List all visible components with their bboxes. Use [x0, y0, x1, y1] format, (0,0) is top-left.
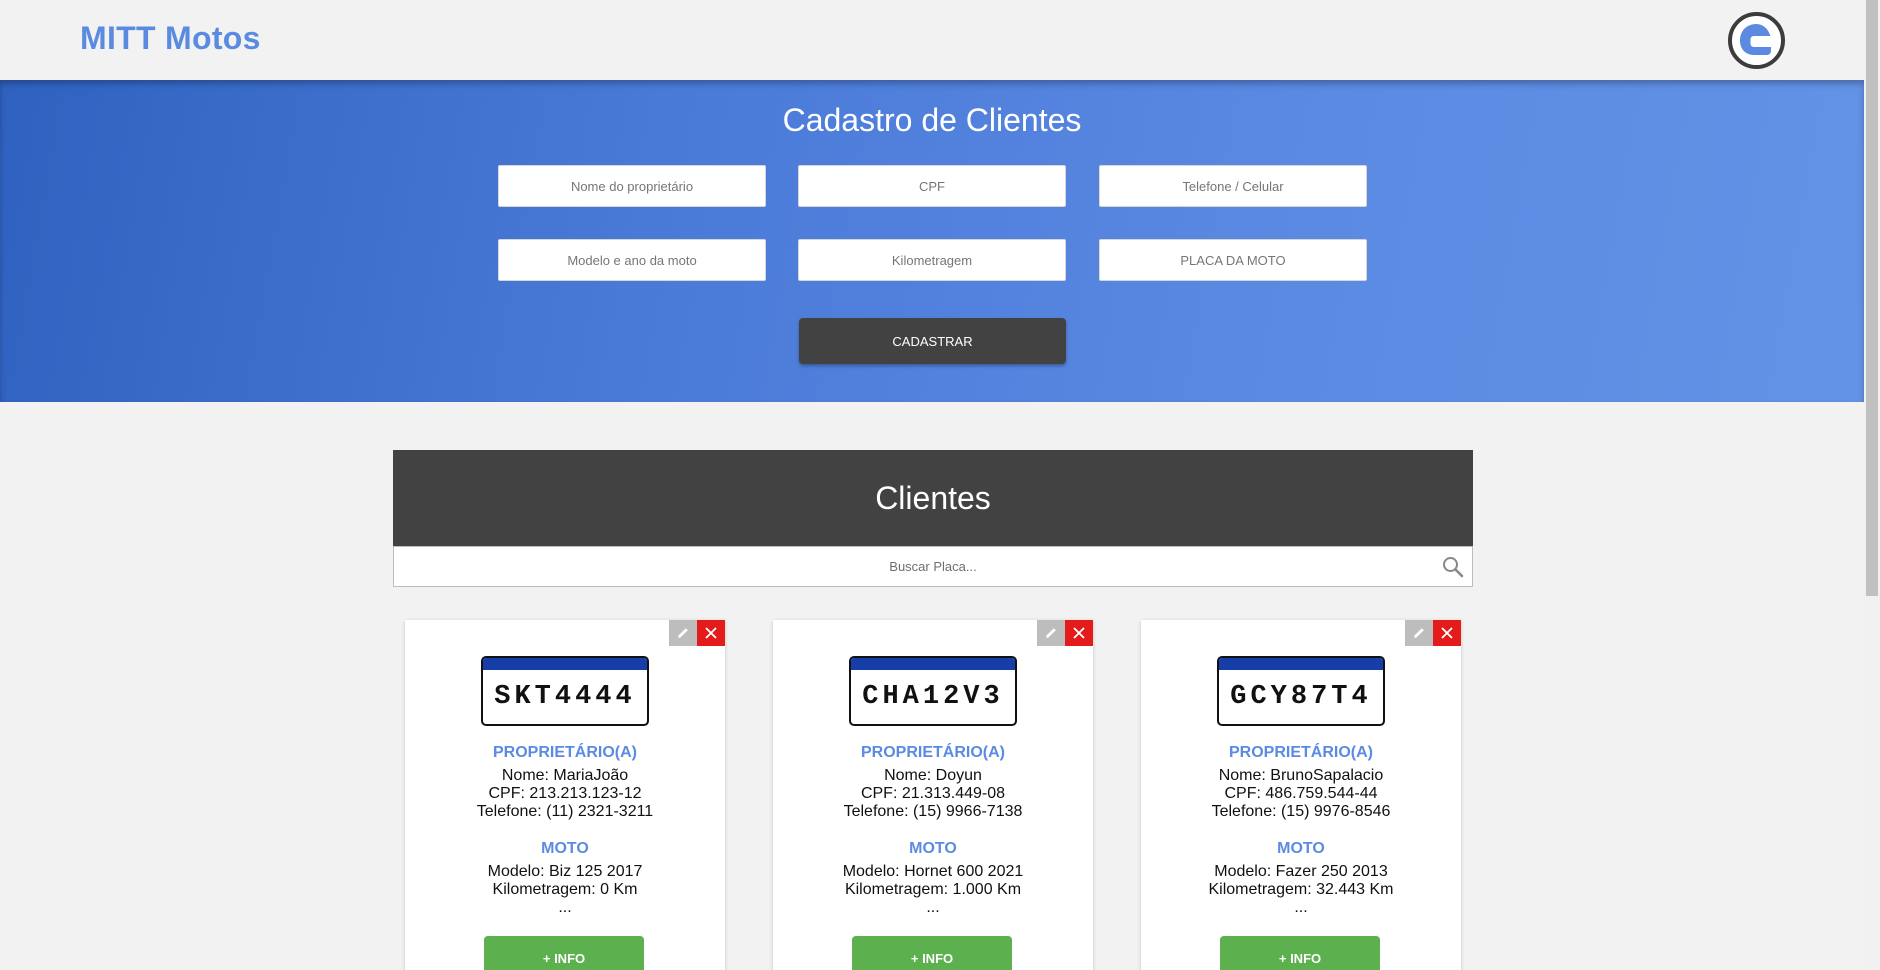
owner-cpf: CPF: 213.213.123-12 [488, 785, 642, 802]
registration-section: Cadastro de Clientes CADASTRAR [0, 80, 1864, 402]
owner-heading: PROPRIETÁRIO(A) [493, 744, 637, 761]
more-ellipsis: ... [1294, 899, 1308, 916]
clients-title: Clientes [393, 450, 1473, 546]
close-icon [1073, 627, 1085, 639]
license-plate: GCY87T4 [1217, 656, 1385, 726]
phone-field[interactable] [1099, 165, 1367, 207]
search-input[interactable] [394, 547, 1472, 586]
plate-band [1219, 658, 1383, 670]
model-year-field[interactable] [498, 239, 766, 281]
pencil-icon [1414, 628, 1424, 638]
owner-phone: Telefone: (15) 9976-8546 [1211, 803, 1391, 820]
close-icon [1441, 627, 1453, 639]
form-title: Cadastro de Clientes [782, 102, 1082, 138]
delete-button[interactable] [697, 620, 725, 646]
owner-cpf: CPF: 486.759.544-44 [1224, 785, 1378, 802]
license-plate: CHA12V3 [849, 656, 1017, 726]
page-scrollbar[interactable] [1864, 0, 1880, 970]
avatar[interactable] [1728, 12, 1785, 69]
owner-phone: Telefone: (11) 2321-3211 [476, 803, 654, 820]
client-card: CHA12V3 PROPRIETÁRIO(A) Nome: Doyun CPF:… [773, 620, 1093, 970]
plate-band [851, 658, 1015, 670]
brand-logo[interactable]: MITT Motos [80, 20, 261, 57]
plate-number: CHA12V3 [862, 682, 1004, 712]
search-icon[interactable] [1442, 556, 1464, 578]
top-bar: MITT Motos [0, 0, 1864, 80]
pencil-icon [678, 628, 688, 638]
moto-heading: MOTO [541, 840, 589, 857]
edit-button[interactable] [1405, 620, 1433, 646]
moto-model: Modelo: Hornet 600 2021 [842, 863, 1024, 880]
plate-band [483, 658, 647, 670]
plate-number: SKT4444 [494, 682, 636, 712]
helmet-icon [1740, 24, 1771, 55]
owner-heading: PROPRIETÁRIO(A) [861, 744, 1005, 761]
moto-model: Modelo: Biz 125 2017 [487, 863, 643, 880]
more-ellipsis: ... [926, 899, 940, 916]
close-icon [705, 627, 717, 639]
owner-heading: PROPRIETÁRIO(A) [1229, 744, 1373, 761]
owner-name-field[interactable] [498, 165, 766, 207]
delete-button[interactable] [1065, 620, 1093, 646]
moto-mileage: Kilometragem: 32.443 Km [1208, 881, 1394, 898]
edit-button[interactable] [1037, 620, 1065, 646]
more-ellipsis: ... [558, 899, 572, 916]
pencil-icon [1046, 628, 1056, 638]
more-info-button[interactable]: + INFO [852, 936, 1012, 970]
register-button[interactable]: CADASTRAR [799, 318, 1066, 364]
owner-cpf: CPF: 21.313.449-08 [860, 785, 1006, 802]
cpf-field[interactable] [798, 165, 1066, 207]
moto-mileage: Kilometragem: 0 Km [492, 881, 638, 898]
moto-heading: MOTO [1277, 840, 1325, 857]
delete-button[interactable] [1433, 620, 1461, 646]
mileage-field[interactable] [798, 239, 1066, 281]
owner-name: Nome: Doyun [884, 767, 982, 784]
owner-name: Nome: MariaJoão [501, 767, 629, 784]
moto-model: Modelo: Fazer 250 2013 [1214, 863, 1388, 880]
client-card: GCY87T4 PROPRIETÁRIO(A) Nome: BrunoSapal… [1141, 620, 1461, 970]
client-card: SKT4444 PROPRIETÁRIO(A) Nome: MariaJoão … [405, 620, 725, 970]
moto-mileage: Kilometragem: 1.000 Km [844, 881, 1022, 898]
more-info-button[interactable]: + INFO [1220, 936, 1380, 970]
edit-button[interactable] [669, 620, 697, 646]
license-plate: SKT4444 [481, 656, 649, 726]
owner-name: Nome: BrunoSapalacio [1218, 767, 1384, 784]
moto-heading: MOTO [909, 840, 957, 857]
scrollbar-thumb[interactable] [1866, 0, 1878, 596]
owner-phone: Telefone: (15) 9966-7138 [843, 803, 1023, 820]
more-info-button[interactable]: + INFO [484, 936, 644, 970]
plate-search [393, 546, 1473, 587]
plate-field[interactable] [1099, 239, 1367, 281]
plate-number: GCY87T4 [1230, 682, 1372, 712]
